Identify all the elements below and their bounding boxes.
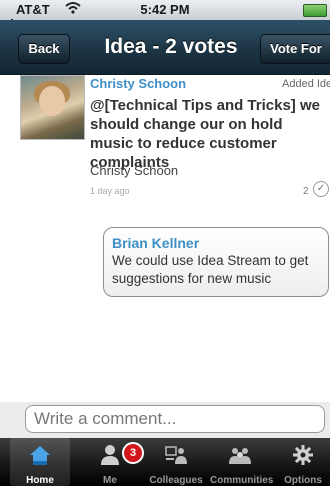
tab-bar: Home Me Colleagues Communities Options <box>0 438 330 486</box>
tab-colleagues-label: Colleagues <box>149 475 203 486</box>
tab-communities-label: Communities <box>210 475 274 486</box>
navigation-bar: Back Idea - 2 votes Vote For <box>0 20 330 75</box>
comment-author[interactable]: Brian Kellner <box>112 235 199 251</box>
checkmark-icon[interactable]: ✓ <box>313 181 329 197</box>
vote-for-button[interactable]: Vote For <box>260 34 330 64</box>
comment-input[interactable] <box>25 405 325 433</box>
comment-text: We could use Idea Stream to get suggesti… <box>112 253 309 286</box>
clock-time: 5:42 PM <box>140 2 190 17</box>
options-icon <box>291 444 315 466</box>
communities-icon <box>228 444 252 466</box>
idea-timestamp: 1 day ago <box>90 186 130 196</box>
tab-options[interactable]: Options <box>276 438 330 486</box>
vote-count: 2 <box>303 186 309 197</box>
added-idea-label: Added Idea <box>282 78 330 90</box>
idea-text: @[Technical Tips and Tricks] we should c… <box>90 97 320 171</box>
comment-bubble: Brian Kellner We could use Idea Stream t… <box>103 227 329 297</box>
idea-author[interactable]: Christy Schoon <box>90 76 186 91</box>
comment-input-bar <box>0 402 330 438</box>
tab-options-label: Options <box>284 475 322 486</box>
status-bar: AT&T 5:42 PM <box>0 0 330 24</box>
avatar[interactable] <box>20 75 85 140</box>
back-button[interactable]: Back <box>18 34 70 64</box>
tab-home[interactable]: Home <box>10 438 70 486</box>
home-icon <box>28 444 52 466</box>
tab-communities[interactable]: Communities <box>210 438 274 486</box>
page-title: Idea - 2 votes <box>104 35 238 58</box>
battery-icon <box>303 4 327 17</box>
tab-me-label: Me <box>103 475 117 486</box>
tab-colleagues[interactable]: Colleagues <box>148 438 204 486</box>
idea-byline: Christy Schoon <box>90 163 179 178</box>
colleagues-icon <box>164 444 188 466</box>
notification-badge: 3 <box>122 442 144 464</box>
tab-home-label: Home <box>26 475 54 486</box>
me-icon <box>98 444 122 466</box>
